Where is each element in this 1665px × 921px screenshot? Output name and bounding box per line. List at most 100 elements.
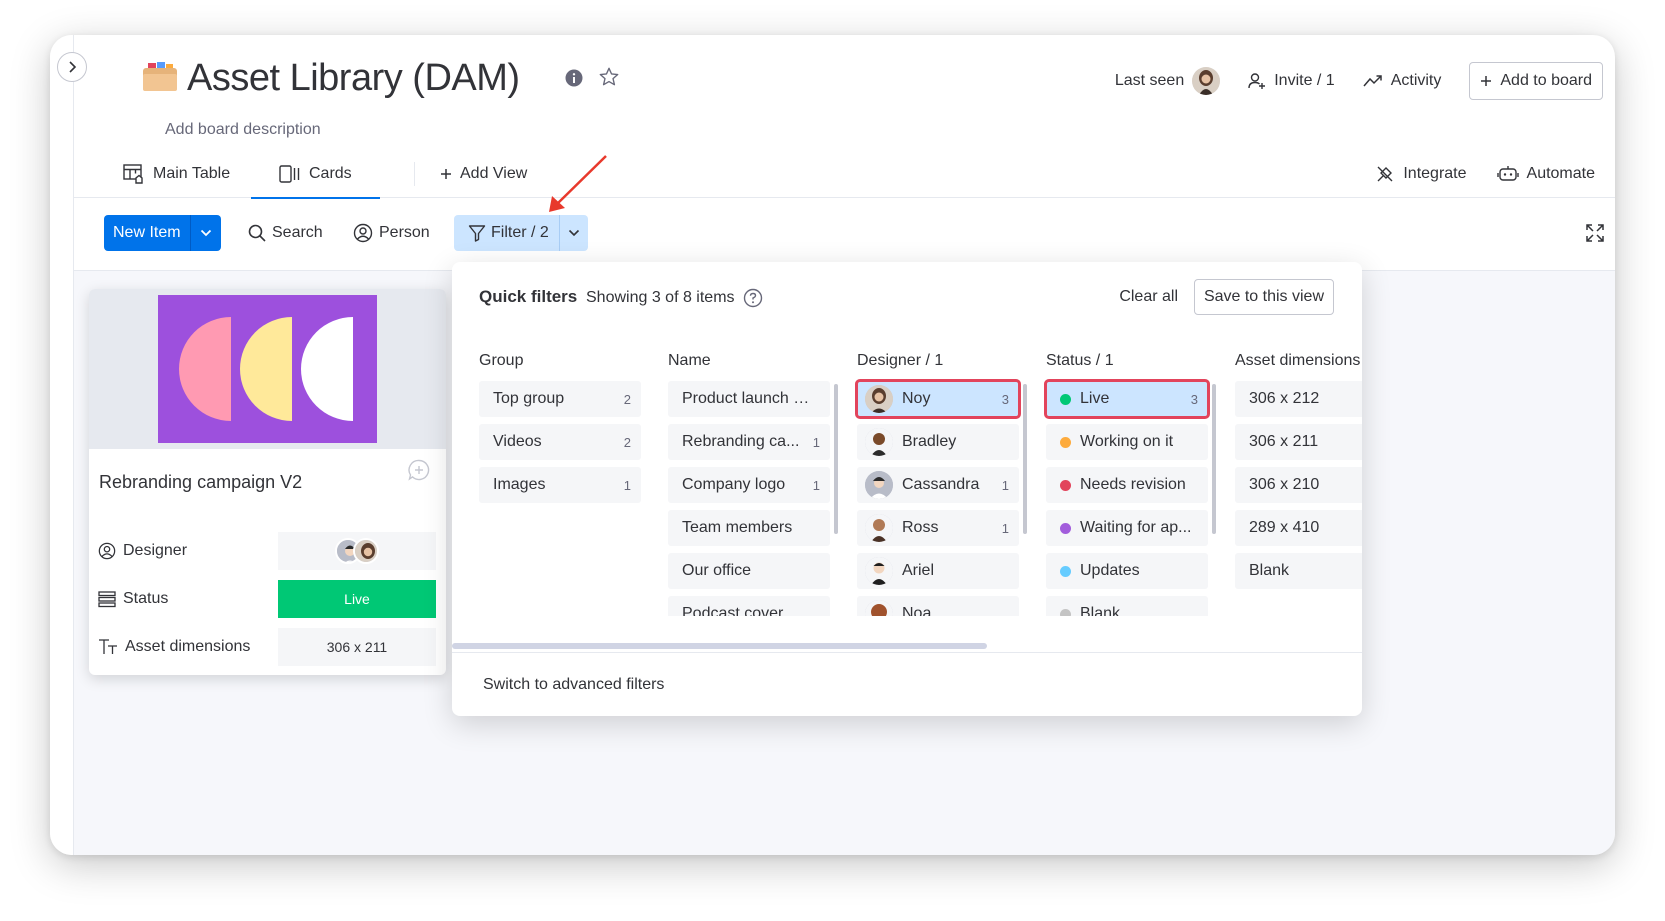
filter-option[interactable]: Noa: [857, 596, 1019, 616]
new-item-button[interactable]: New Item: [104, 215, 221, 251]
clear-all-button[interactable]: Clear all: [1119, 288, 1178, 306]
filter-option[interactable]: Bradley: [857, 424, 1019, 460]
board-title[interactable]: Asset Library (DAM): [187, 57, 520, 100]
tab-main-table-label: Main Table: [153, 165, 231, 182]
filter-option[interactable]: Blank: [1235, 553, 1362, 589]
chevron-down-icon: [568, 229, 579, 237]
filter-option[interactable]: 289 x 410: [1235, 510, 1362, 546]
filter-button[interactable]: Filter / 2: [454, 215, 588, 251]
search-button[interactable]: Search: [248, 215, 323, 251]
text-column-icon: [99, 639, 117, 654]
filter-option[interactable]: Updates: [1046, 553, 1208, 589]
filter-dropdown[interactable]: [560, 215, 588, 251]
option-label: Product launch vi...: [682, 390, 814, 407]
card-title[interactable]: Rebranding campaign V2: [99, 472, 302, 493]
tab-cards[interactable]: Cards: [251, 150, 380, 199]
filter-option[interactable]: Our office: [668, 553, 830, 589]
filter-option[interactable]: Images 1: [479, 467, 641, 503]
option-label: Updates: [1080, 562, 1140, 579]
dimensions-value[interactable]: 306 x 211: [278, 628, 436, 666]
automate-button[interactable]: Automate: [1496, 165, 1595, 183]
robot-icon: [1496, 166, 1519, 181]
option-label: Rebranding ca...: [682, 433, 800, 450]
board-description[interactable]: Add board description: [165, 121, 321, 139]
advanced-filters-link[interactable]: Switch to advanced filters: [483, 676, 664, 694]
person-icon: [353, 223, 373, 243]
filter-option[interactable]: Podcast cover: [668, 596, 830, 616]
person-filter-button[interactable]: Person: [353, 215, 430, 251]
star-icon[interactable]: [598, 66, 620, 88]
add-to-board-button[interactable]: Add to board: [1469, 62, 1603, 100]
filter-main[interactable]: Filter / 2: [454, 215, 560, 251]
card-image: [89, 289, 446, 449]
filter-column-designer: Designer / 1 Noy 3 Bradley Cassandra 1 Ros…: [855, 352, 1021, 616]
option-label: Waiting for ap...: [1080, 519, 1192, 536]
column-header: Status / 1: [1046, 352, 1114, 369]
last-seen[interactable]: Last seen: [1114, 67, 1221, 95]
filter-option-selected[interactable]: Noy 3: [855, 379, 1021, 419]
filter-option-selected[interactable]: Live 3: [1044, 379, 1210, 419]
tab-main-table[interactable]: Main Table: [123, 150, 230, 198]
activity-button[interactable]: Activity: [1363, 72, 1442, 90]
invite-button[interactable]: Invite / 1: [1248, 72, 1335, 90]
avatar: [865, 385, 893, 413]
avatar: [865, 428, 893, 456]
filter-option[interactable]: Top group 2: [479, 381, 641, 417]
designer-value[interactable]: [278, 532, 436, 570]
column-scrollbar[interactable]: [1212, 384, 1216, 534]
field-label: Designer: [98, 542, 187, 560]
filter-option[interactable]: 306 x 211: [1235, 424, 1362, 460]
card-field-status: Status Live: [89, 579, 446, 619]
avatar: [865, 471, 893, 499]
person-icon: [98, 542, 116, 560]
table-home-icon: [123, 164, 143, 184]
filter-option[interactable]: Cassandra 1: [857, 467, 1019, 503]
filter-option[interactable]: 306 x 210: [1235, 467, 1362, 503]
column-scrollbar[interactable]: [834, 384, 838, 534]
filter-option[interactable]: Ariel: [857, 553, 1019, 589]
scrollbar-thumb[interactable]: [452, 643, 987, 649]
option-label: Our office: [682, 562, 752, 579]
help-icon[interactable]: [743, 288, 763, 308]
option-label: Blank: [1080, 605, 1121, 616]
new-item-label[interactable]: New Item: [104, 215, 191, 251]
expand-sidebar-button[interactable]: [57, 52, 87, 82]
status-badge[interactable]: Live: [278, 580, 436, 618]
last-seen-label: Last seen: [1114, 72, 1185, 89]
item-card[interactable]: Rebranding campaign V2 Designer Status L…: [89, 289, 446, 675]
filter-option[interactable]: 306 x 212: [1235, 381, 1362, 417]
filter-option[interactable]: Blank: [1046, 596, 1208, 616]
add-update-icon[interactable]: [408, 459, 430, 481]
filter-option[interactable]: Videos 2: [479, 424, 641, 460]
filter-option[interactable]: Needs revision: [1046, 467, 1208, 503]
add-view-button[interactable]: Add View: [440, 150, 527, 198]
chevron-down-icon: [200, 229, 211, 237]
option-label: 306 x 210: [1249, 476, 1320, 493]
save-to-view-button[interactable]: Save to this view: [1193, 279, 1334, 315]
filter-option[interactable]: Company logo 1: [668, 467, 830, 503]
filter-column-status: Status / 1 Live 3 Working on it Needs rev…: [1044, 352, 1210, 616]
filter-option[interactable]: Team members: [668, 510, 830, 546]
filter-option[interactable]: Product launch vi...: [668, 381, 830, 417]
filter-option[interactable]: Rebranding ca... 1: [668, 424, 830, 460]
designer-label: Designer: [123, 542, 188, 559]
tabs-right-actions: Integrate Automate: [1345, 150, 1595, 198]
horizontal-scrollbar[interactable]: [452, 643, 1362, 649]
filter-option[interactable]: Ross 1: [857, 510, 1019, 546]
new-item-dropdown[interactable]: [191, 215, 221, 251]
fullscreen-icon[interactable]: [1585, 223, 1605, 243]
column-header: Group: [479, 352, 524, 369]
option-label: Working on it: [1080, 433, 1174, 450]
filter-option[interactable]: Waiting for ap...: [1046, 510, 1208, 546]
info-icon[interactable]: [565, 69, 583, 87]
status-icon: [98, 591, 116, 608]
activity-label: Activity: [1390, 72, 1442, 89]
filter-option[interactable]: Working on it: [1046, 424, 1208, 460]
dimensions-label: Asset dimensions: [125, 638, 251, 655]
option-label: Noy: [902, 390, 931, 407]
status-dot-icon: [1060, 522, 1071, 534]
column-scrollbar[interactable]: [1023, 384, 1027, 534]
integrate-button[interactable]: Integrate: [1375, 164, 1467, 184]
add-person-icon: [1248, 73, 1266, 89]
option-label: Cassandra: [902, 476, 980, 493]
